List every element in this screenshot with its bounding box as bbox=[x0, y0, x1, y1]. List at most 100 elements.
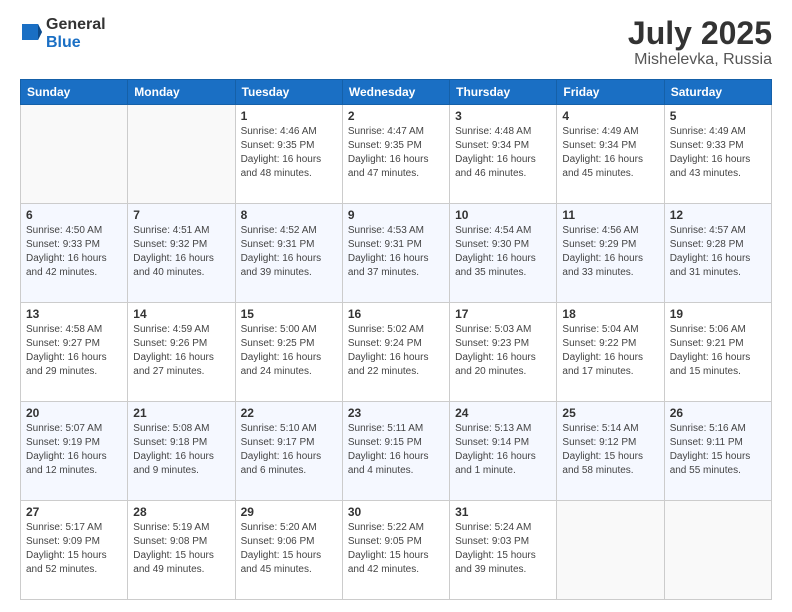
day-number: 13 bbox=[26, 307, 122, 321]
calendar-cell: 29 Sunrise: 5:20 AM Sunset: 9:06 PM Dayli… bbox=[235, 501, 342, 600]
page: General Blue July 2025 Mishelevka, Russi… bbox=[0, 0, 792, 612]
day-info: Sunrise: 4:49 AM Sunset: 9:34 PM Dayligh… bbox=[562, 125, 658, 181]
calendar-cell: 16Sunrise: 5:02 AM Sunset: 9:24 PM Dayli… bbox=[342, 303, 449, 402]
day-info: Sunrise: 4:53 AM Sunset: 9:31 PM Dayligh… bbox=[348, 224, 444, 280]
logo-blue-text: Blue bbox=[46, 34, 106, 52]
calendar-cell: 1 Sunrise: 4:46 AM Sunset: 9:35 PM Daylig… bbox=[235, 105, 342, 204]
day-number: 27 bbox=[26, 505, 122, 519]
calendar-cell: 30Sunrise: 5:22 AM Sunset: 9:05 PM Dayli… bbox=[342, 501, 449, 600]
day-number: 16 bbox=[348, 307, 444, 321]
calendar-header-saturday: Saturday bbox=[664, 80, 771, 105]
calendar-row-4: 27 Sunrise: 5:17 AM Sunset: 9:09 PM Dayli… bbox=[21, 501, 772, 600]
day-number: 15 bbox=[241, 307, 337, 321]
calendar-cell: 28 Sunrise: 5:19 AM Sunset: 9:08 PM Dayli… bbox=[128, 501, 235, 600]
calendar-cell: 9 Sunrise: 4:53 AM Sunset: 9:31 PM Daylig… bbox=[342, 204, 449, 303]
calendar-cell: 20 Sunrise: 5:07 AM Sunset: 9:19 PM Dayli… bbox=[21, 402, 128, 501]
day-info: Sunrise: 4:57 AM Sunset: 9:28 PM Dayligh… bbox=[670, 224, 766, 280]
day-number: 26 bbox=[670, 406, 766, 420]
logo-general-text: General bbox=[46, 16, 106, 34]
day-info: Sunrise: 5:13 AM Sunset: 9:14 PM Dayligh… bbox=[455, 422, 551, 478]
day-info: Sunrise: 5:10 AM Sunset: 9:17 PM Dayligh… bbox=[241, 422, 337, 478]
day-number: 12 bbox=[670, 208, 766, 222]
day-number: 30 bbox=[348, 505, 444, 519]
day-number: 22 bbox=[241, 406, 337, 420]
day-number: 2 bbox=[348, 109, 444, 123]
day-number: 29 bbox=[241, 505, 337, 519]
day-info: Sunrise: 5:17 AM Sunset: 9:09 PM Dayligh… bbox=[26, 521, 122, 577]
day-info: Sunrise: 5:20 AM Sunset: 9:06 PM Dayligh… bbox=[241, 521, 337, 577]
day-number: 9 bbox=[348, 208, 444, 222]
day-info: Sunrise: 5:00 AM Sunset: 9:25 PM Dayligh… bbox=[241, 323, 337, 379]
calendar-cell: 25Sunrise: 5:14 AM Sunset: 9:12 PM Dayli… bbox=[557, 402, 664, 501]
day-number: 7 bbox=[133, 208, 229, 222]
day-info: Sunrise: 4:58 AM Sunset: 9:27 PM Dayligh… bbox=[26, 323, 122, 379]
day-number: 3 bbox=[455, 109, 551, 123]
calendar-cell: 14 Sunrise: 4:59 AM Sunset: 9:26 PM Dayli… bbox=[128, 303, 235, 402]
calendar-row-3: 20 Sunrise: 5:07 AM Sunset: 9:19 PM Dayli… bbox=[21, 402, 772, 501]
calendar-cell: 5 Sunrise: 4:49 AM Sunset: 9:33 PM Daylig… bbox=[664, 105, 771, 204]
calendar-header-thursday: Thursday bbox=[450, 80, 557, 105]
subtitle: Mishelevka, Russia bbox=[628, 51, 772, 69]
day-number: 1 bbox=[241, 109, 337, 123]
calendar-header-row: SundayMondayTuesdayWednesdayThursdayFrid… bbox=[21, 80, 772, 105]
calendar-cell bbox=[21, 105, 128, 204]
calendar-cell: 19Sunrise: 5:06 AM Sunset: 9:21 PM Dayli… bbox=[664, 303, 771, 402]
day-number: 21 bbox=[133, 406, 229, 420]
calendar-cell: 24Sunrise: 5:13 AM Sunset: 9:14 PM Dayli… bbox=[450, 402, 557, 501]
calendar-cell: 11Sunrise: 4:56 AM Sunset: 9:29 PM Dayli… bbox=[557, 204, 664, 303]
day-info: Sunrise: 4:54 AM Sunset: 9:30 PM Dayligh… bbox=[455, 224, 551, 280]
day-number: 31 bbox=[455, 505, 551, 519]
day-info: Sunrise: 5:06 AM Sunset: 9:21 PM Dayligh… bbox=[670, 323, 766, 379]
calendar-row-2: 13 Sunrise: 4:58 AM Sunset: 9:27 PM Dayli… bbox=[21, 303, 772, 402]
day-info: Sunrise: 5:16 AM Sunset: 9:11 PM Dayligh… bbox=[670, 422, 766, 478]
calendar-header-sunday: Sunday bbox=[21, 80, 128, 105]
day-info: Sunrise: 4:59 AM Sunset: 9:26 PM Dayligh… bbox=[133, 323, 229, 379]
day-number: 10 bbox=[455, 208, 551, 222]
logo-text: General Blue bbox=[46, 16, 106, 51]
day-number: 4 bbox=[562, 109, 658, 123]
calendar-cell: 3Sunrise: 4:48 AM Sunset: 9:34 PM Daylig… bbox=[450, 105, 557, 204]
logo-icon bbox=[20, 18, 42, 50]
day-info: Sunrise: 4:50 AM Sunset: 9:33 PM Dayligh… bbox=[26, 224, 122, 280]
calendar-cell: 18Sunrise: 5:04 AM Sunset: 9:22 PM Dayli… bbox=[557, 303, 664, 402]
calendar-header-wednesday: Wednesday bbox=[342, 80, 449, 105]
calendar-table: SundayMondayTuesdayWednesdayThursdayFrid… bbox=[20, 79, 772, 600]
calendar-cell: 13 Sunrise: 4:58 AM Sunset: 9:27 PM Dayli… bbox=[21, 303, 128, 402]
day-info: Sunrise: 5:11 AM Sunset: 9:15 PM Dayligh… bbox=[348, 422, 444, 478]
day-number: 14 bbox=[133, 307, 229, 321]
day-info: Sunrise: 4:49 AM Sunset: 9:33 PM Dayligh… bbox=[670, 125, 766, 181]
calendar-cell: 10 Sunrise: 4:54 AM Sunset: 9:30 PM Dayli… bbox=[450, 204, 557, 303]
calendar-cell: 21 Sunrise: 5:08 AM Sunset: 9:18 PM Dayli… bbox=[128, 402, 235, 501]
day-info: Sunrise: 4:52 AM Sunset: 9:31 PM Dayligh… bbox=[241, 224, 337, 280]
day-info: Sunrise: 5:19 AM Sunset: 9:08 PM Dayligh… bbox=[133, 521, 229, 577]
calendar-cell: 8 Sunrise: 4:52 AM Sunset: 9:31 PM Daylig… bbox=[235, 204, 342, 303]
calendar-cell: 31Sunrise: 5:24 AM Sunset: 9:03 PM Dayli… bbox=[450, 501, 557, 600]
calendar-header-tuesday: Tuesday bbox=[235, 80, 342, 105]
day-info: Sunrise: 5:03 AM Sunset: 9:23 PM Dayligh… bbox=[455, 323, 551, 379]
day-number: 28 bbox=[133, 505, 229, 519]
calendar-cell: 15 Sunrise: 5:00 AM Sunset: 9:25 PM Dayli… bbox=[235, 303, 342, 402]
calendar-cell: 12 Sunrise: 4:57 AM Sunset: 9:28 PM Dayli… bbox=[664, 204, 771, 303]
calendar-header-friday: Friday bbox=[557, 80, 664, 105]
calendar-row-1: 6 Sunrise: 4:50 AM Sunset: 9:33 PM Daylig… bbox=[21, 204, 772, 303]
day-info: Sunrise: 5:04 AM Sunset: 9:22 PM Dayligh… bbox=[562, 323, 658, 379]
main-title: July 2025 bbox=[628, 16, 772, 51]
day-number: 6 bbox=[26, 208, 122, 222]
header: General Blue July 2025 Mishelevka, Russi… bbox=[20, 16, 772, 69]
day-number: 17 bbox=[455, 307, 551, 321]
day-number: 8 bbox=[241, 208, 337, 222]
title-block: July 2025 Mishelevka, Russia bbox=[628, 16, 772, 69]
day-info: Sunrise: 4:47 AM Sunset: 9:35 PM Dayligh… bbox=[348, 125, 444, 181]
day-info: Sunrise: 5:14 AM Sunset: 9:12 PM Dayligh… bbox=[562, 422, 658, 478]
calendar-cell bbox=[128, 105, 235, 204]
day-info: Sunrise: 4:46 AM Sunset: 9:35 PM Dayligh… bbox=[241, 125, 337, 181]
calendar-cell: 23Sunrise: 5:11 AM Sunset: 9:15 PM Dayli… bbox=[342, 402, 449, 501]
day-number: 5 bbox=[670, 109, 766, 123]
day-info: Sunrise: 5:07 AM Sunset: 9:19 PM Dayligh… bbox=[26, 422, 122, 478]
calendar-row-0: 1 Sunrise: 4:46 AM Sunset: 9:35 PM Daylig… bbox=[21, 105, 772, 204]
day-info: Sunrise: 5:08 AM Sunset: 9:18 PM Dayligh… bbox=[133, 422, 229, 478]
calendar-cell: 7Sunrise: 4:51 AM Sunset: 9:32 PM Daylig… bbox=[128, 204, 235, 303]
day-number: 20 bbox=[26, 406, 122, 420]
calendar-header-monday: Monday bbox=[128, 80, 235, 105]
calendar-cell: 6 Sunrise: 4:50 AM Sunset: 9:33 PM Daylig… bbox=[21, 204, 128, 303]
